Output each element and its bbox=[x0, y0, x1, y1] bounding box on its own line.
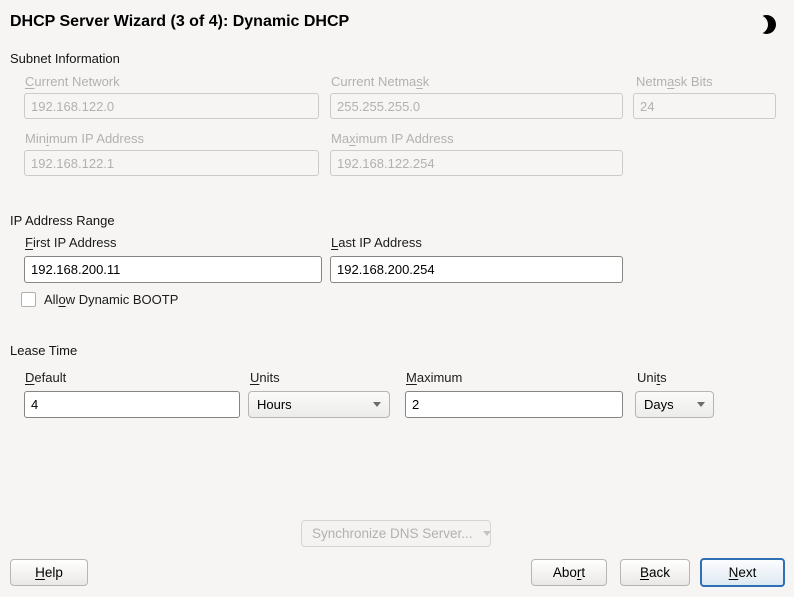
help-button-label: Help bbox=[35, 565, 63, 580]
next-button-label: Next bbox=[729, 565, 757, 580]
next-button[interactable]: Next bbox=[700, 558, 785, 587]
current-netmask-input bbox=[330, 93, 623, 119]
abort-button[interactable]: Abort bbox=[531, 559, 607, 586]
synchronize-dns-server-button: Synchronize DNS Server... bbox=[301, 520, 491, 547]
maximum-ip-input bbox=[330, 150, 623, 176]
allow-dynamic-bootp-label[interactable]: Allow Dynamic BOOTP bbox=[44, 292, 178, 307]
lease-default-units-label: Units bbox=[250, 370, 280, 385]
minimum-ip-input bbox=[24, 150, 319, 176]
synchronize-dns-server-label: Synchronize DNS Server... bbox=[312, 526, 473, 541]
netmask-bits-input bbox=[633, 93, 776, 119]
last-ip-input[interactable] bbox=[330, 256, 623, 283]
crescent-icon bbox=[757, 15, 776, 34]
current-netmask-label: Current Netmask bbox=[331, 74, 429, 89]
lease-default-label: Default bbox=[25, 370, 66, 385]
section-heading-subnet-information: Subnet Information bbox=[10, 51, 120, 66]
lease-maximum-input[interactable] bbox=[405, 391, 623, 418]
first-ip-input[interactable] bbox=[24, 256, 322, 283]
back-button[interactable]: Back bbox=[620, 559, 690, 586]
lease-maximum-units-dropdown[interactable]: Days bbox=[635, 391, 714, 418]
last-ip-label: Last IP Address bbox=[331, 235, 422, 250]
lease-maximum-units-label: Units bbox=[637, 370, 667, 385]
page-title: DHCP Server Wizard (3 of 4): Dynamic DHC… bbox=[10, 13, 349, 31]
chevron-down-icon bbox=[483, 531, 491, 536]
back-button-label: Back bbox=[640, 565, 670, 580]
chevron-down-icon bbox=[697, 402, 705, 407]
current-network-label: Current Network bbox=[25, 74, 120, 89]
lease-default-units-dropdown[interactable]: Hours bbox=[248, 391, 390, 418]
section-heading-ip-address-range: IP Address Range bbox=[10, 213, 115, 228]
minimum-ip-label: Minimum IP Address bbox=[25, 131, 144, 146]
lease-maximum-units-value: Days bbox=[644, 397, 674, 412]
section-heading-lease-time: Lease Time bbox=[10, 343, 77, 358]
lease-maximum-label: Maximum bbox=[406, 370, 462, 385]
maximum-ip-label: Maximum IP Address bbox=[331, 131, 454, 146]
help-button[interactable]: Help bbox=[10, 559, 88, 586]
lease-default-units-value: Hours bbox=[257, 397, 292, 412]
abort-button-label: Abort bbox=[553, 565, 585, 580]
first-ip-label: First IP Address bbox=[25, 235, 117, 250]
allow-dynamic-bootp-checkbox[interactable] bbox=[21, 292, 36, 307]
lease-default-input[interactable] bbox=[24, 391, 240, 418]
netmask-bits-label: Netmask Bits bbox=[636, 74, 713, 89]
chevron-down-icon bbox=[373, 402, 381, 407]
current-network-input bbox=[24, 93, 319, 119]
